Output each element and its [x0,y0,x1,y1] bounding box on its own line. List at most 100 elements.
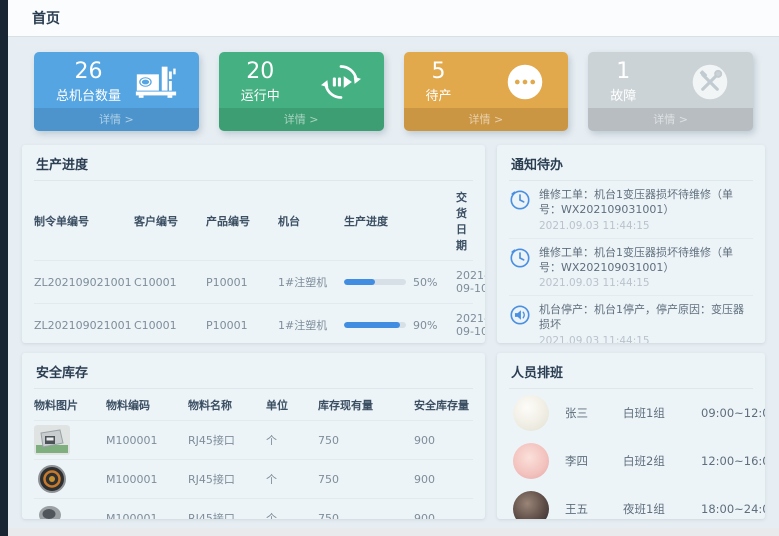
col-material-image: 物料图片 [34,397,106,413]
table-row: ZL202109021001 C10001 P10001 1#注塑机 50% 2… [34,261,473,304]
safety-stock-panel-title: 安全库存 [34,353,473,389]
col-material-code: 物料编码 [106,397,188,413]
production-table-header: 制令单编号 客户编号 产品编号 机台 生产进度 交货日期 [34,181,473,261]
table-row: M100001 RJ45接口 个 750 900 [34,499,473,519]
material-code: M100001 [106,512,188,520]
notification-body: 维修工单：机台1变压器损坏待维修（单号：WX202109031001） 2021… [539,246,753,290]
shift-name: 夜班1组 [623,501,701,517]
machine-name: 1#注塑机 [278,274,344,290]
card-fault[interactable]: 1 故障 详情 > [588,52,753,131]
card-running[interactable]: 20 运行中 详情 > [219,52,384,131]
col-order-no: 制令单编号 [34,213,134,229]
col-progress: 生产进度 [344,213,456,229]
safety-qty: 900 [414,473,473,486]
waiting-label: 待产 [426,85,452,104]
material-unit: 个 [266,432,318,448]
total-machines-detail-link[interactable]: 详情 > [34,108,199,131]
notification-text: 维修工单：机台1变压器损坏待维修（单号：WX202109031001） [539,188,753,218]
card-body: 20 运行中 [219,52,384,108]
col-machine: 机台 [278,213,344,229]
person-name: 李四 [565,453,623,469]
total-machines-label: 总机台数量 [56,85,121,104]
rj45-connector-image [34,425,70,455]
fault-detail-link[interactable]: 详情 > [588,108,753,131]
waiting-detail-link[interactable]: 详情 > [404,108,569,131]
card-total-machines[interactable]: 26 总机台数量 [34,52,199,131]
order-no: ZL202109021001 [34,319,134,332]
machine-name: 1#注塑机 [278,317,344,333]
list-item[interactable]: 维修工单：机台1变压器损坏待维修（单号：WX202109031001） 2021… [509,239,753,297]
panel-production-progress: 生产进度 制令单编号 客户编号 产品编号 机台 生产进度 交货日期 ZL2021… [22,145,485,343]
notification-text: 维修工单：机台1变压器损坏待维修（单号：WX202109031001） [539,246,753,276]
running-label: 运行中 [241,85,280,104]
col-delivery-date: 交货日期 [456,189,473,253]
stock-qty: 750 [318,473,414,486]
main-window: 首页 26 总机台数量 [8,0,779,528]
card-text: 5 待产 [426,60,452,104]
speaker-icon [509,304,531,326]
customer-no: C10001 [134,276,206,289]
material-name: RJ45接口 [188,510,266,519]
material-code: M100001 [106,434,188,447]
running-detail-link[interactable]: 详情 > [219,108,384,131]
card-body: 1 故障 [588,52,753,108]
material-name: RJ45接口 [188,432,266,448]
repair-tools-icon [687,62,733,102]
top-tab-bar: 首页 [8,0,779,37]
col-material-name: 物料名称 [188,397,266,413]
list-item[interactable]: 维修工单：机台1变压器损坏待维修（单号：WX202109031001） 2021… [509,181,753,239]
shift-time: 12:00~16:00 [701,454,765,468]
list-item: 李四 白班2组 12:00~16:00 [509,437,753,485]
shift-name: 白班1组 [623,405,701,421]
tab-home[interactable]: 首页 [32,8,60,28]
round-speaker-image [34,464,70,494]
speaker-cone-image [34,503,70,519]
col-safety-qty: 安全库存量 [414,397,473,413]
panels-grid: 生产进度 制令单编号 客户编号 产品编号 机台 生产进度 交货日期 ZL2021… [22,145,765,519]
card-body: 5 待产 [404,52,569,108]
card-body: 26 总机台数量 [34,52,199,108]
shift-name: 白班2组 [623,453,701,469]
list-item: 王五 夜班1组 18:00~24:00 [509,485,753,519]
list-item[interactable]: 机台停产：机台1停产，停产原因：变压器损坏 2021.09.03 11:44:1… [509,296,753,343]
col-unit: 单位 [266,397,318,413]
progress-percent: 90% [413,319,437,332]
progress-bar-fill [344,322,400,328]
col-product-no: 产品编号 [206,213,278,229]
shift-time: 09:00~12:00 [701,406,765,420]
clock-icon [509,247,531,269]
stat-cards-row: 26 总机台数量 [22,52,765,131]
material-name: RJ45接口 [188,471,266,487]
material-code: M100001 [106,473,188,486]
progress-bar [344,279,406,285]
avatar [513,491,549,519]
col-stock-qty: 库存现有量 [318,397,414,413]
customer-no: C10001 [134,319,206,332]
avatar [513,395,549,431]
sidebar-collapsed-strip[interactable] [0,0,8,536]
col-customer-no: 客户编号 [134,213,206,229]
schedule-panel-title: 人员排班 [509,353,753,389]
safety-qty: 900 [414,512,473,520]
table-row: M100001 RJ45接口 个 750 900 [34,460,473,499]
fault-label: 故障 [610,85,636,104]
total-machines-value: 26 [56,60,121,84]
fault-value: 1 [610,60,636,84]
card-text: 26 总机台数量 [56,60,121,104]
notification-body: 维修工单：机台1变压器损坏待维修（单号：WX202109031001） 2021… [539,188,753,232]
product-no: P10001 [206,319,278,332]
progress-bar [344,322,406,328]
material-unit: 个 [266,510,318,519]
notification-time: 2021.09.03 11:44:15 [539,335,753,343]
list-item: 张三 白班1组 09:00~12:00 [509,389,753,437]
stock-qty: 750 [318,434,414,447]
clock-icon [509,189,531,211]
card-waiting[interactable]: 5 待产 详情 > [404,52,569,131]
shift-time: 18:00~24:00 [701,502,765,516]
card-text: 20 运行中 [241,60,280,104]
running-cycle-icon [318,62,364,102]
machine-icon [133,62,179,102]
notification-text: 机台停产：机台1停产，停产原因：变压器损坏 [539,303,753,333]
notification-time: 2021.09.03 11:44:15 [539,277,753,289]
table-row: ZL202109021001 C10001 P10001 1#注塑机 90% 2… [34,304,473,343]
